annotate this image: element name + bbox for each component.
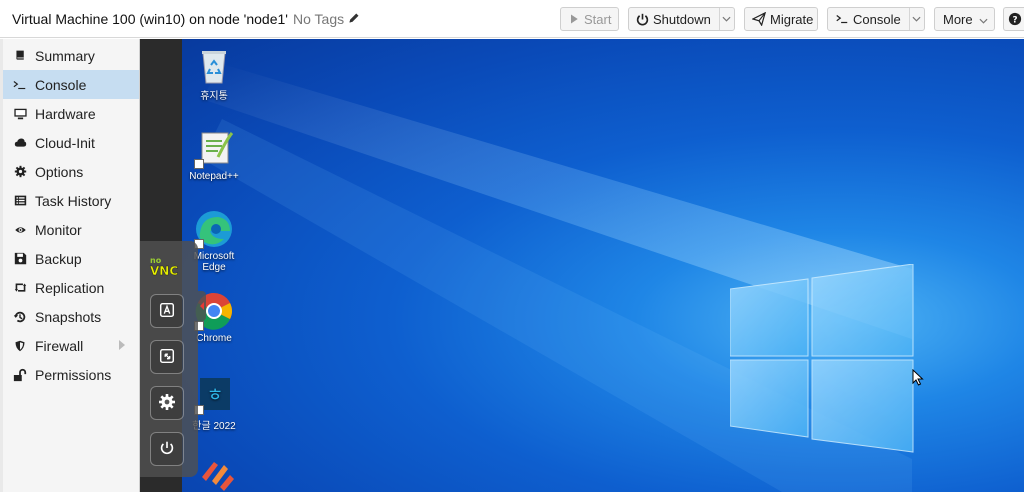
console-label: Console (853, 11, 901, 27)
notepad-plus-plus-icon (194, 129, 234, 169)
tags-label: No Tags (293, 11, 345, 27)
list-icon (12, 193, 28, 209)
question-circle-icon: ? (1007, 11, 1023, 27)
desktop-icon-label: 한글 2022 (192, 421, 236, 432)
sidebar-item-label: Firewall (35, 337, 84, 354)
sidebar: Summary Console Hardware Cloud-Init Opti… (3, 39, 140, 492)
settings-icon (157, 392, 177, 415)
help-button[interactable]: ? (1003, 7, 1024, 31)
desktop-icon-label: Microsoft Edge (193, 251, 235, 273)
sidebar-item-hardware[interactable]: Hardware (3, 99, 139, 128)
sidebar-item-label: Cloud-Init (35, 134, 95, 151)
power-button[interactable] (150, 432, 184, 466)
keyboard-icon (158, 301, 176, 322)
keyboard-button[interactable] (150, 294, 184, 328)
terminal-icon (12, 77, 28, 93)
vm-header: Virtual Machine 100 (win10) on node 'nod… (0, 0, 1024, 38)
start-button[interactable]: Start (560, 7, 619, 31)
more-button[interactable]: More (934, 7, 995, 31)
retweet-icon (12, 280, 28, 296)
sidebar-item-summary[interactable]: Summary (3, 41, 139, 70)
mouse-cursor-icon (912, 368, 924, 389)
chevron-down-icon[interactable] (908, 8, 924, 30)
novnc-control-bar: no VNC (140, 241, 206, 477)
sidebar-item-replication[interactable]: Replication (3, 273, 139, 302)
sidebar-item-label: Snapshots (35, 308, 102, 325)
control-bar-handle[interactable] (198, 291, 206, 321)
svg-text:ㅎ: ㅎ (207, 385, 224, 406)
sidebar-item-label: Options (35, 163, 84, 180)
sidebar-item-backup[interactable]: Backup (3, 244, 139, 273)
svg-text:VNC: VNC (150, 264, 178, 276)
migrate-label: Migrate (770, 11, 814, 27)
windows-logo (730, 264, 914, 453)
svg-text:?: ? (1012, 16, 1017, 26)
vnc-console[interactable]: 휴지통 Notepad++ Microsoft Edge Chrome ㅎ 한글… (140, 39, 1024, 492)
sidebar-item-task-history[interactable]: Task History (3, 186, 139, 215)
console-bottom-strip (140, 477, 182, 492)
migrate-button[interactable]: Migrate (744, 7, 818, 31)
chevron-down-icon[interactable] (718, 8, 734, 30)
power-icon (636, 11, 649, 27)
gear-icon (12, 164, 28, 180)
desktop-icon (12, 106, 28, 122)
sidebar-item-firewall[interactable]: Firewall (3, 331, 139, 360)
sidebar-item-snapshots[interactable]: Snapshots (3, 302, 139, 331)
settings-button[interactable] (150, 386, 184, 420)
recycle-bin-icon (194, 45, 234, 85)
desktop-icon-notepadpp[interactable]: Notepad++ (184, 129, 244, 182)
app-icon (202, 462, 234, 491)
sidebar-item-label: Permissions (35, 366, 112, 383)
tags-area[interactable]: No Tags (293, 11, 360, 27)
fullscreen-icon (158, 347, 176, 368)
shutdown-label: Shutdown (653, 11, 711, 27)
play-icon (568, 11, 580, 27)
start-label: Start (584, 11, 612, 27)
book-icon (12, 48, 28, 64)
page-title: Virtual Machine 100 (win10) on node 'nod… (12, 11, 288, 27)
desktop-icon-label: 휴지통 (200, 91, 228, 102)
desktop-icon-recycle-bin[interactable]: 휴지통 (184, 45, 244, 102)
terminal-icon (835, 11, 849, 27)
desktop-icon-label: Notepad++ (189, 171, 239, 182)
eye-icon (12, 222, 28, 238)
chevron-down-icon (979, 12, 988, 27)
pencil-icon[interactable] (348, 11, 360, 27)
shutdown-button[interactable]: Shutdown (628, 7, 735, 31)
sidebar-item-options[interactable]: Options (3, 157, 139, 186)
power-icon (158, 439, 176, 460)
novnc-logo: no VNC (149, 254, 185, 278)
windows-desktop[interactable]: 휴지통 Notepad++ Microsoft Edge Chrome ㅎ 한글… (182, 39, 1024, 492)
cloud-icon (12, 135, 28, 151)
chevron-right-icon[interactable] (119, 340, 125, 350)
sidebar-item-label: Task History (35, 192, 112, 209)
desktop-icon-partial[interactable] (194, 457, 234, 492)
hangul-icon: ㅎ (194, 375, 234, 415)
sidebar-item-console[interactable]: Console (3, 70, 139, 99)
unlock-icon (12, 367, 28, 383)
sidebar-item-label: Monitor (35, 221, 82, 238)
sidebar-item-label: Replication (35, 279, 105, 296)
paper-plane-icon (752, 11, 766, 27)
desktop-icon-label: Chrome (196, 333, 232, 344)
shield-icon (12, 338, 28, 354)
sidebar-item-cloud-init[interactable]: Cloud-Init (3, 128, 139, 157)
sidebar-item-monitor[interactable]: Monitor (3, 215, 139, 244)
edge-icon (194, 209, 234, 249)
sidebar-item-label: Hardware (35, 105, 96, 122)
sidebar-item-label: Backup (35, 250, 82, 267)
history-icon (12, 309, 28, 325)
floppy-icon (12, 251, 28, 267)
sidebar-item-label: Summary (35, 47, 95, 64)
fullscreen-button[interactable] (150, 340, 184, 374)
sidebar-item-permissions[interactable]: Permissions (3, 360, 139, 389)
more-label: More (943, 11, 973, 27)
sidebar-item-label: Console (35, 76, 87, 93)
console-button[interactable]: Console (827, 7, 925, 31)
